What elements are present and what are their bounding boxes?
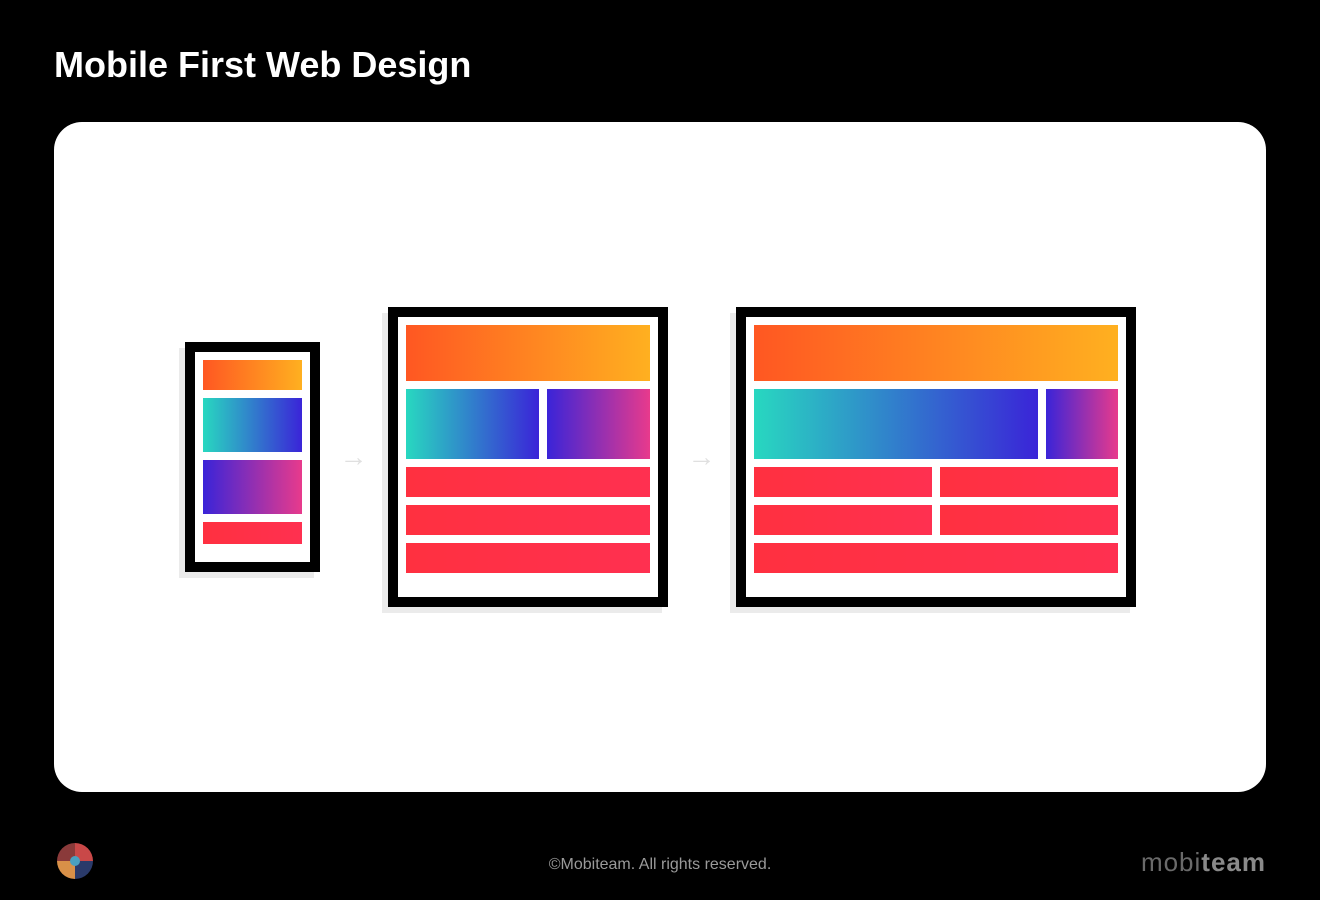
illustration-canvas: → →	[54, 122, 1266, 792]
mobile-hero-block	[203, 398, 302, 452]
footer-copyright: ©Mobiteam. All rights reserved.	[0, 830, 1320, 900]
desktop-header-block	[754, 325, 1118, 381]
mobile-header-block	[203, 360, 302, 390]
desktop-bar-row-2	[754, 505, 1118, 535]
footer-brand-logo: mobiteam	[1141, 847, 1266, 878]
page-title: Mobile First Web Design	[0, 0, 1320, 86]
tablet-frame	[388, 307, 668, 607]
desktop-bar-2b	[940, 505, 1118, 535]
desktop-hero-row	[754, 389, 1118, 459]
tablet-hero-row	[406, 389, 650, 459]
desktop-frame	[736, 307, 1136, 607]
tablet-bar-2	[406, 505, 650, 535]
mobile-content-block	[203, 460, 302, 514]
desktop-bar-3	[754, 543, 1118, 573]
tablet-hero-right	[547, 389, 650, 459]
desktop-bar-1a	[754, 467, 932, 497]
brand-text-bold: team	[1201, 847, 1266, 877]
desktop-bar-1b	[940, 467, 1118, 497]
tablet-bar-3	[406, 543, 650, 573]
desktop-bar-row-1	[754, 467, 1118, 497]
mobile-frame	[185, 342, 320, 572]
desktop-hero-left	[754, 389, 1039, 459]
desktop-bar-2a	[754, 505, 932, 535]
tablet-hero-left	[406, 389, 539, 459]
arrow-right-icon: →	[688, 441, 716, 473]
brand-text-light: mobi	[1141, 847, 1201, 877]
tablet-header-block	[406, 325, 650, 381]
desktop-hero-right	[1046, 389, 1117, 459]
mobile-footer-block	[203, 522, 302, 544]
tablet-bar-1	[406, 467, 650, 497]
arrow-right-icon: →	[340, 441, 368, 473]
